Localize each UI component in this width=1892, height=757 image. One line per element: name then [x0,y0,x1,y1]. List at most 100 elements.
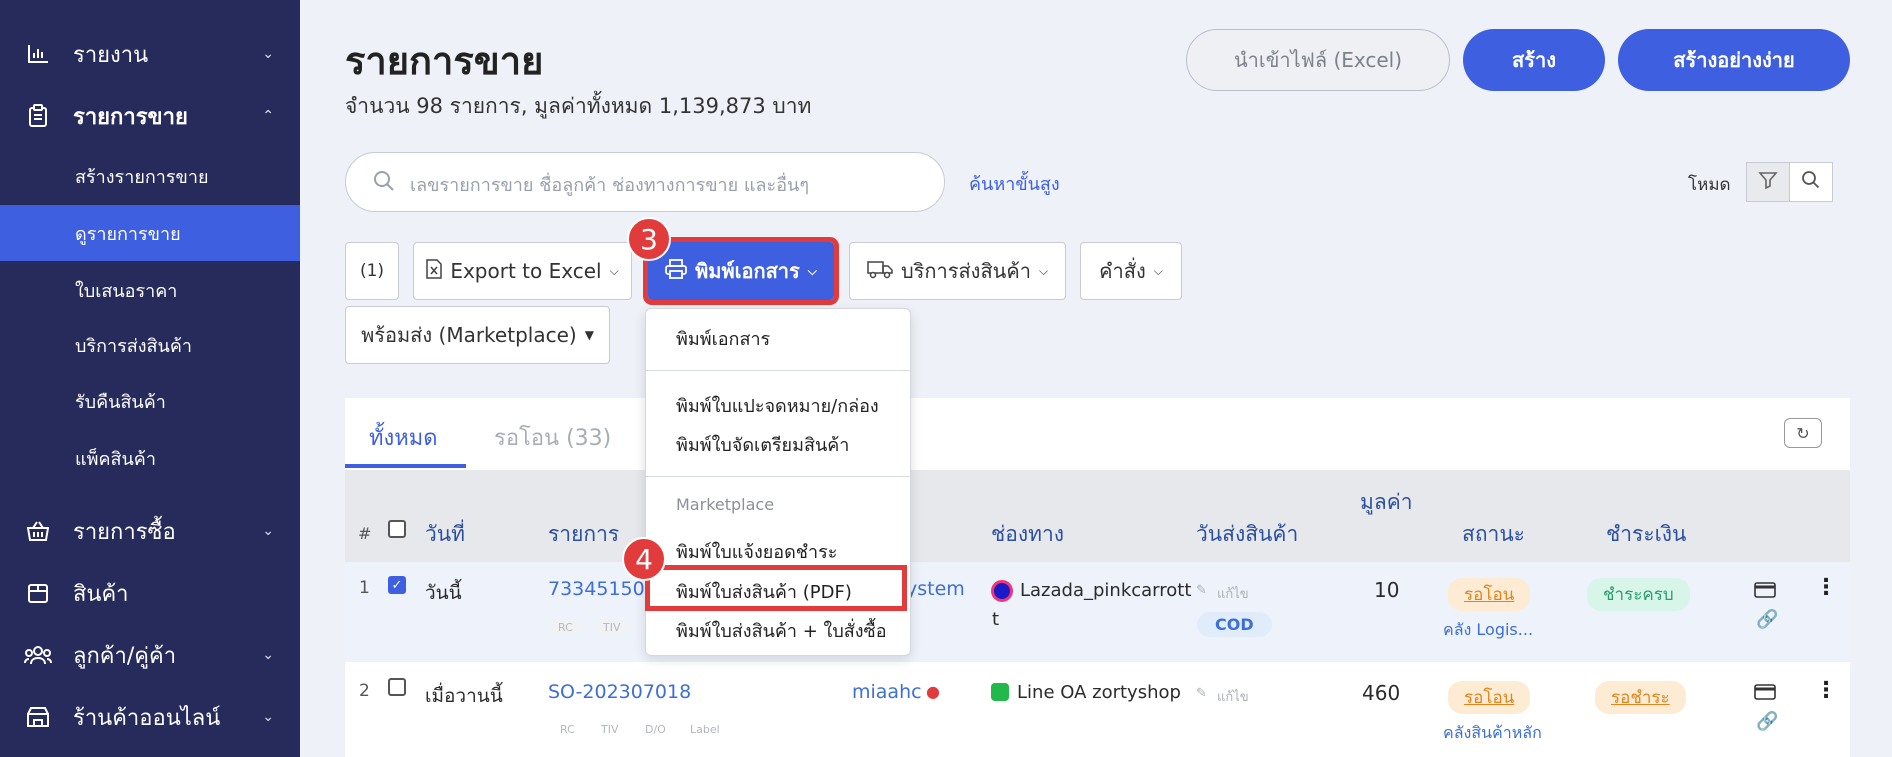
import-excel-button[interactable]: นำเข้าไฟล์ (Excel) [1186,29,1450,91]
warehouse-link[interactable]: คลังสินค้าหลัก [1443,721,1542,746]
link-icon[interactable]: 🔗 [1756,609,1778,630]
search-mode-button[interactable] [1789,162,1833,202]
line-icon [991,683,1009,701]
sidebar-sub-label: รับคืนสินค้า [75,391,166,413]
col-date[interactable]: วันที่ [425,518,465,551]
step-3-marker: 3 [627,217,671,261]
tag-badge: RC [550,619,581,636]
sidebar-item-reports[interactable]: รายงาน ⌄ [0,38,300,70]
menu-item-print-delivery-po[interactable]: พิมพ์ใบส่งสินค้า + ใบสั่งซื้อ [676,616,887,645]
search-input[interactable]: เลขรายการขาย ชื่อลูกค้า ช่องทางการขาย แล… [345,152,945,212]
order-number-link[interactable]: 73345150 [548,578,645,600]
caret-down-icon: ▼ [584,328,594,342]
payment-badge[interactable]: รอชำระ [1595,681,1686,714]
tag-badge: D/O [645,723,666,736]
tag-badge: TIV [601,723,619,736]
menu-divider [646,476,910,477]
menu-item-print-documents[interactable]: พิมพ์เอกสาร [676,324,770,353]
sidebar-item-online-store[interactable]: ร้านค้าออนไลน์ ⌄ [0,701,300,733]
col-value[interactable]: มูลค่า [1360,487,1413,517]
sidebar-sub-label: ใบเสนอราคา [75,280,178,302]
customer-link[interactable]: miaahc [852,681,922,703]
print-label: พิมพ์เอกสาร [695,259,800,283]
tab-underline [345,464,466,468]
menu-section-marketplace: Marketplace [676,495,775,514]
sidebar-item-label: สินค้า [73,581,129,607]
ready-marketplace-button[interactable]: พร้อมส่ง (Marketplace) ▼ [345,306,610,364]
status-badge[interactable]: รอโอน [1448,681,1531,714]
page-title: รายการขาย [345,39,544,83]
sidebar-sub-shipping[interactable]: บริการส่งสินค้า [0,317,300,373]
command-button[interactable]: คำสั่ง ⌵ [1080,242,1182,300]
menu-item-print-payment-notice[interactable]: พิมพ์ใบแจ้งยอดชำระ [676,537,837,566]
filter-mode-button[interactable] [1746,162,1790,202]
command-label: คำสั่ง [1099,259,1146,283]
sidebar-sub-view-sales[interactable]: ดูรายการขาย [0,205,300,261]
excel-file-icon [426,258,443,284]
menu-item-print-label[interactable]: พิมพ์ใบแปะจดหมาย/กล่อง [676,391,879,420]
row-num: 2 [359,681,370,701]
sidebar-sub-label: บริการส่งสินค้า [75,335,192,357]
chevron-down-icon: ⌄ [262,46,274,62]
sidebar-sub-create-sale[interactable]: สร้างรายการขาย [0,148,300,204]
sidebar-item-purchases[interactable]: รายการซื้อ ⌄ [0,515,300,547]
print-documents-button[interactable]: พิมพ์เอกสาร ⌵ [643,237,839,305]
sidebar-item-customers[interactable]: ลูกค้า/คู่ค้า ⌄ [0,639,300,671]
refresh-button[interactable]: ↻ [1784,418,1822,448]
status-badge[interactable]: รอโอน [1448,578,1531,611]
sidebar-item-sales[interactable]: รายการขาย ⌃ [0,100,300,132]
edit-icon[interactable]: ✎ [1196,686,1207,701]
credit-card-icon[interactable] [1754,684,1776,704]
menu-item-print-picklist[interactable]: พิมพ์ใบจัดเตรียมสินค้า [676,430,849,459]
select-all-checkbox[interactable] [388,520,406,538]
customer-link[interactable]: ystem [906,578,965,600]
link-icon[interactable]: 🔗 [1756,711,1778,732]
tab-awaiting-transfer[interactable]: รอโอน (33) [494,420,611,455]
sidebar-sub-packing[interactable]: แพ็คสินค้า [0,430,300,486]
col-status[interactable]: สถานะ [1462,518,1525,551]
chevron-down-icon: ⌵ [1038,263,1049,278]
sidebar-item-label: ร้านค้าออนไลน์ [73,705,221,731]
col-order[interactable]: รายการ [548,518,619,551]
warehouse-link[interactable]: คลัง Logis... [1443,618,1533,643]
table-row[interactable] [345,562,1850,662]
edit-link[interactable]: แก้ไข [1217,583,1249,604]
channel-name: Line OA zortyshop [1017,682,1181,703]
row-checkbox[interactable] [388,678,406,696]
col-payment[interactable]: ชำระเงิน [1606,518,1686,551]
col-ship-date[interactable]: วันส่งสินค้า [1196,518,1298,551]
tab-all[interactable]: ทั้งหมด [369,420,438,455]
export-label: Export to Excel [450,259,602,283]
search-placeholder: เลขรายการขาย ชื่อลูกค้า ช่องทางการขาย แล… [410,175,810,196]
chevron-down-icon: ⌵ [1153,263,1163,278]
export-excel-button[interactable]: Export to Excel ⌵ [413,242,632,300]
sidebar-item-products[interactable]: สินค้า [0,577,300,609]
sidebar-sub-label: ดูรายการขาย [75,223,181,245]
more-options-icon[interactable]: ⋮ [1815,575,1837,600]
col-channel[interactable]: ช่องทาง [991,518,1064,551]
shipping-service-button[interactable]: บริการส่งสินค้า ⌵ [849,242,1066,300]
order-number-link[interactable]: SO-202307018 [548,681,691,703]
sidebar-sub-label: สร้างรายการขาย [75,166,209,188]
row-num: 1 [359,578,370,598]
printer-icon [665,258,687,284]
cod-badge: COD [1197,612,1272,637]
advanced-search-link[interactable]: ค้นหาขั้นสูง [969,169,1060,198]
highlight-box [645,565,907,611]
row-value: 460 [1362,681,1401,705]
sidebar-sub-quotation[interactable]: ใบเสนอราคา [0,262,300,318]
edit-link[interactable]: แก้ไข [1217,686,1249,707]
selected-count-button[interactable]: (1) [345,242,399,300]
create-easy-button[interactable]: สร้างอย่างง่าย [1618,29,1850,91]
credit-card-icon[interactable] [1754,582,1776,602]
create-button[interactable]: สร้าง [1463,29,1605,91]
edit-icon[interactable]: ✎ [1196,583,1207,598]
clipboard-icon [24,102,52,130]
sidebar-sub-returns[interactable]: รับคืนสินค้า [0,373,300,429]
page-subtitle: จำนวน 98 รายการ, มูลค่าทั้งหมด 1,139,873… [345,94,812,118]
sidebar: รายงาน ⌄ รายการขาย ⌃ สร้างรายการขาย ดูรา… [0,0,300,757]
row-checkbox[interactable]: ✓ [388,576,406,594]
channel-name: Lazada_pinkcarrott [1020,580,1192,601]
more-options-icon[interactable]: ⋮ [1815,678,1837,703]
chevron-down-icon: ⌵ [609,263,619,278]
